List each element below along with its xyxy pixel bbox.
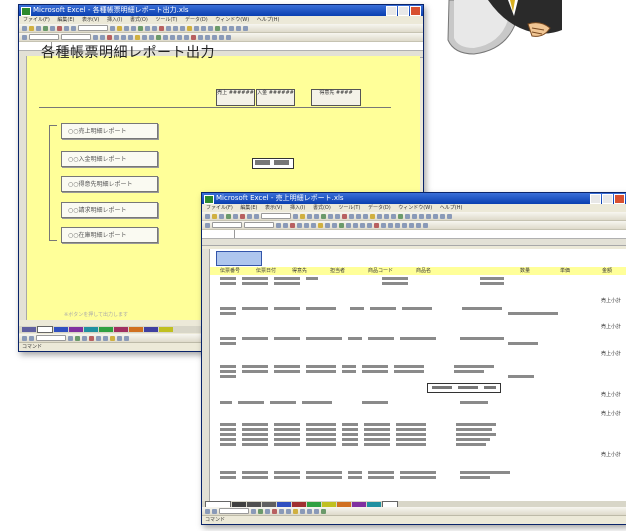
menu-tools[interactable]: ツール(T)	[155, 17, 177, 23]
maximize-icon[interactable]	[398, 6, 409, 16]
report-button-5[interactable]: ○○在庫明細レポート	[61, 227, 158, 243]
format-toolbar[interactable]	[202, 221, 626, 230]
report-group-6	[210, 423, 626, 448]
menu-help[interactable]: ヘルプ(H)	[440, 205, 463, 211]
subtotal-label: 売上小計	[600, 324, 621, 330]
name-box[interactable]	[202, 230, 235, 238]
standard-toolbar[interactable]	[202, 212, 626, 221]
footnote: ※ボタンを押して出力します	[64, 312, 129, 318]
menu-data[interactable]: データ(D)	[185, 17, 208, 23]
maximize-icon[interactable]	[602, 194, 613, 204]
row-headers	[19, 56, 27, 320]
menu-file[interactable]: ファイル(F)	[23, 17, 50, 23]
payment-header-button[interactable]: 入金 ######	[256, 89, 295, 106]
report-group-2	[210, 307, 626, 317]
selected-cell-box[interactable]	[252, 158, 294, 169]
report-group-4	[210, 365, 626, 380]
button-group-bracket	[49, 125, 57, 241]
col-staff: 担当者	[330, 268, 346, 274]
report-group-7	[210, 471, 626, 481]
report-group-5	[210, 401, 626, 406]
title-bar: Microsoft Excel - 各種帳票明細レポート出力.xls	[19, 5, 423, 16]
minimize-icon[interactable]	[590, 194, 601, 204]
sales-header-button[interactable]: 売上 ######	[216, 89, 255, 106]
col-qty: 数量	[520, 268, 531, 274]
window-title: Microsoft Excel - 各種帳票明細レポート出力.xls	[33, 6, 189, 14]
subtotal-label: 売上小計	[600, 351, 621, 357]
report-button-3[interactable]: ○○得意先明細レポート	[61, 176, 158, 192]
col-item-name: 商品名	[416, 268, 432, 274]
customer-header-button[interactable]: 得意先 ####	[311, 89, 361, 106]
status-bar: コマンド	[202, 515, 626, 524]
menu-view[interactable]: 表示(V)	[82, 17, 99, 23]
row-headers	[202, 249, 210, 508]
col-item-code: 商品コード	[368, 268, 394, 274]
subtotal-label: 売上小計	[600, 452, 621, 458]
column-headers	[202, 239, 626, 246]
menu-format[interactable]: 書式(O)	[313, 205, 331, 211]
character-illustration	[447, 0, 562, 55]
subtotal-label: 売上小計	[600, 392, 621, 398]
window-title: Microsoft Excel - 売上明細レポート.xls	[216, 194, 344, 202]
col-slip-date: 伝票日付	[256, 268, 277, 274]
page-title: 各種帳票明細レポート出力	[41, 45, 215, 61]
menu-bar: ファイル(F) 編集(E) 表示(V) 挿入(I) 書式(O) ツール(T) デ…	[19, 16, 423, 24]
title-rule	[39, 107, 391, 108]
menu-help[interactable]: ヘルプ(H)	[257, 17, 280, 23]
selected-cell-box[interactable]	[427, 383, 501, 393]
menu-insert[interactable]: 挿入(I)	[107, 17, 122, 23]
menu-data[interactable]: データ(D)	[368, 205, 391, 211]
selected-range[interactable]	[216, 251, 262, 266]
excel-app-icon	[204, 195, 214, 204]
menu-file[interactable]: ファイル(F)	[206, 205, 233, 211]
report-header-row: 伝票番号 伝票日付 得意先 担当者 商品コード 商品名 数量 単価 金額	[210, 267, 626, 275]
menu-window[interactable]: ウィンドウ(W)	[398, 205, 432, 211]
menu-window[interactable]: ウィンドウ(W)	[215, 17, 249, 23]
excel-app-icon	[21, 7, 31, 16]
col-customer: 得意先	[292, 268, 308, 274]
formula-bar[interactable]	[202, 230, 626, 239]
menu-view[interactable]: 表示(V)	[265, 205, 282, 211]
title-bar: Microsoft Excel - 売上明細レポート.xls	[202, 193, 626, 204]
report-group-1	[210, 277, 626, 287]
format-toolbar[interactable]	[19, 33, 423, 42]
standard-toolbar[interactable]	[19, 24, 423, 33]
report-button-4[interactable]: ○○請求明細レポート	[61, 202, 158, 218]
close-icon[interactable]	[410, 6, 421, 16]
menu-edit[interactable]: 編集(E)	[240, 205, 257, 211]
col-slip-no: 伝票番号	[220, 268, 241, 274]
report-group-3	[210, 337, 626, 347]
close-icon[interactable]	[614, 194, 625, 204]
menu-tools[interactable]: ツール(T)	[338, 205, 360, 211]
subtotal-label: 売上小計	[600, 298, 621, 304]
minimize-icon[interactable]	[386, 6, 397, 16]
menu-insert[interactable]: 挿入(I)	[290, 205, 305, 211]
menu-format[interactable]: 書式(O)	[130, 17, 148, 23]
menu-bar: ファイル(F) 編集(E) 表示(V) 挿入(I) 書式(O) ツール(T) デ…	[202, 204, 626, 212]
col-amount: 金額	[602, 268, 613, 274]
report-button-2[interactable]: ○○入金明細レポート	[61, 151, 158, 167]
excel-window-front[interactable]: Microsoft Excel - 売上明細レポート.xls ファイル(F) 編…	[201, 192, 626, 525]
report-button-1[interactable]: ○○売上明細レポート	[61, 123, 158, 139]
menu-edit[interactable]: 編集(E)	[57, 17, 74, 23]
col-price: 単価	[560, 268, 571, 274]
subtotal-label: 売上小計	[600, 411, 621, 417]
